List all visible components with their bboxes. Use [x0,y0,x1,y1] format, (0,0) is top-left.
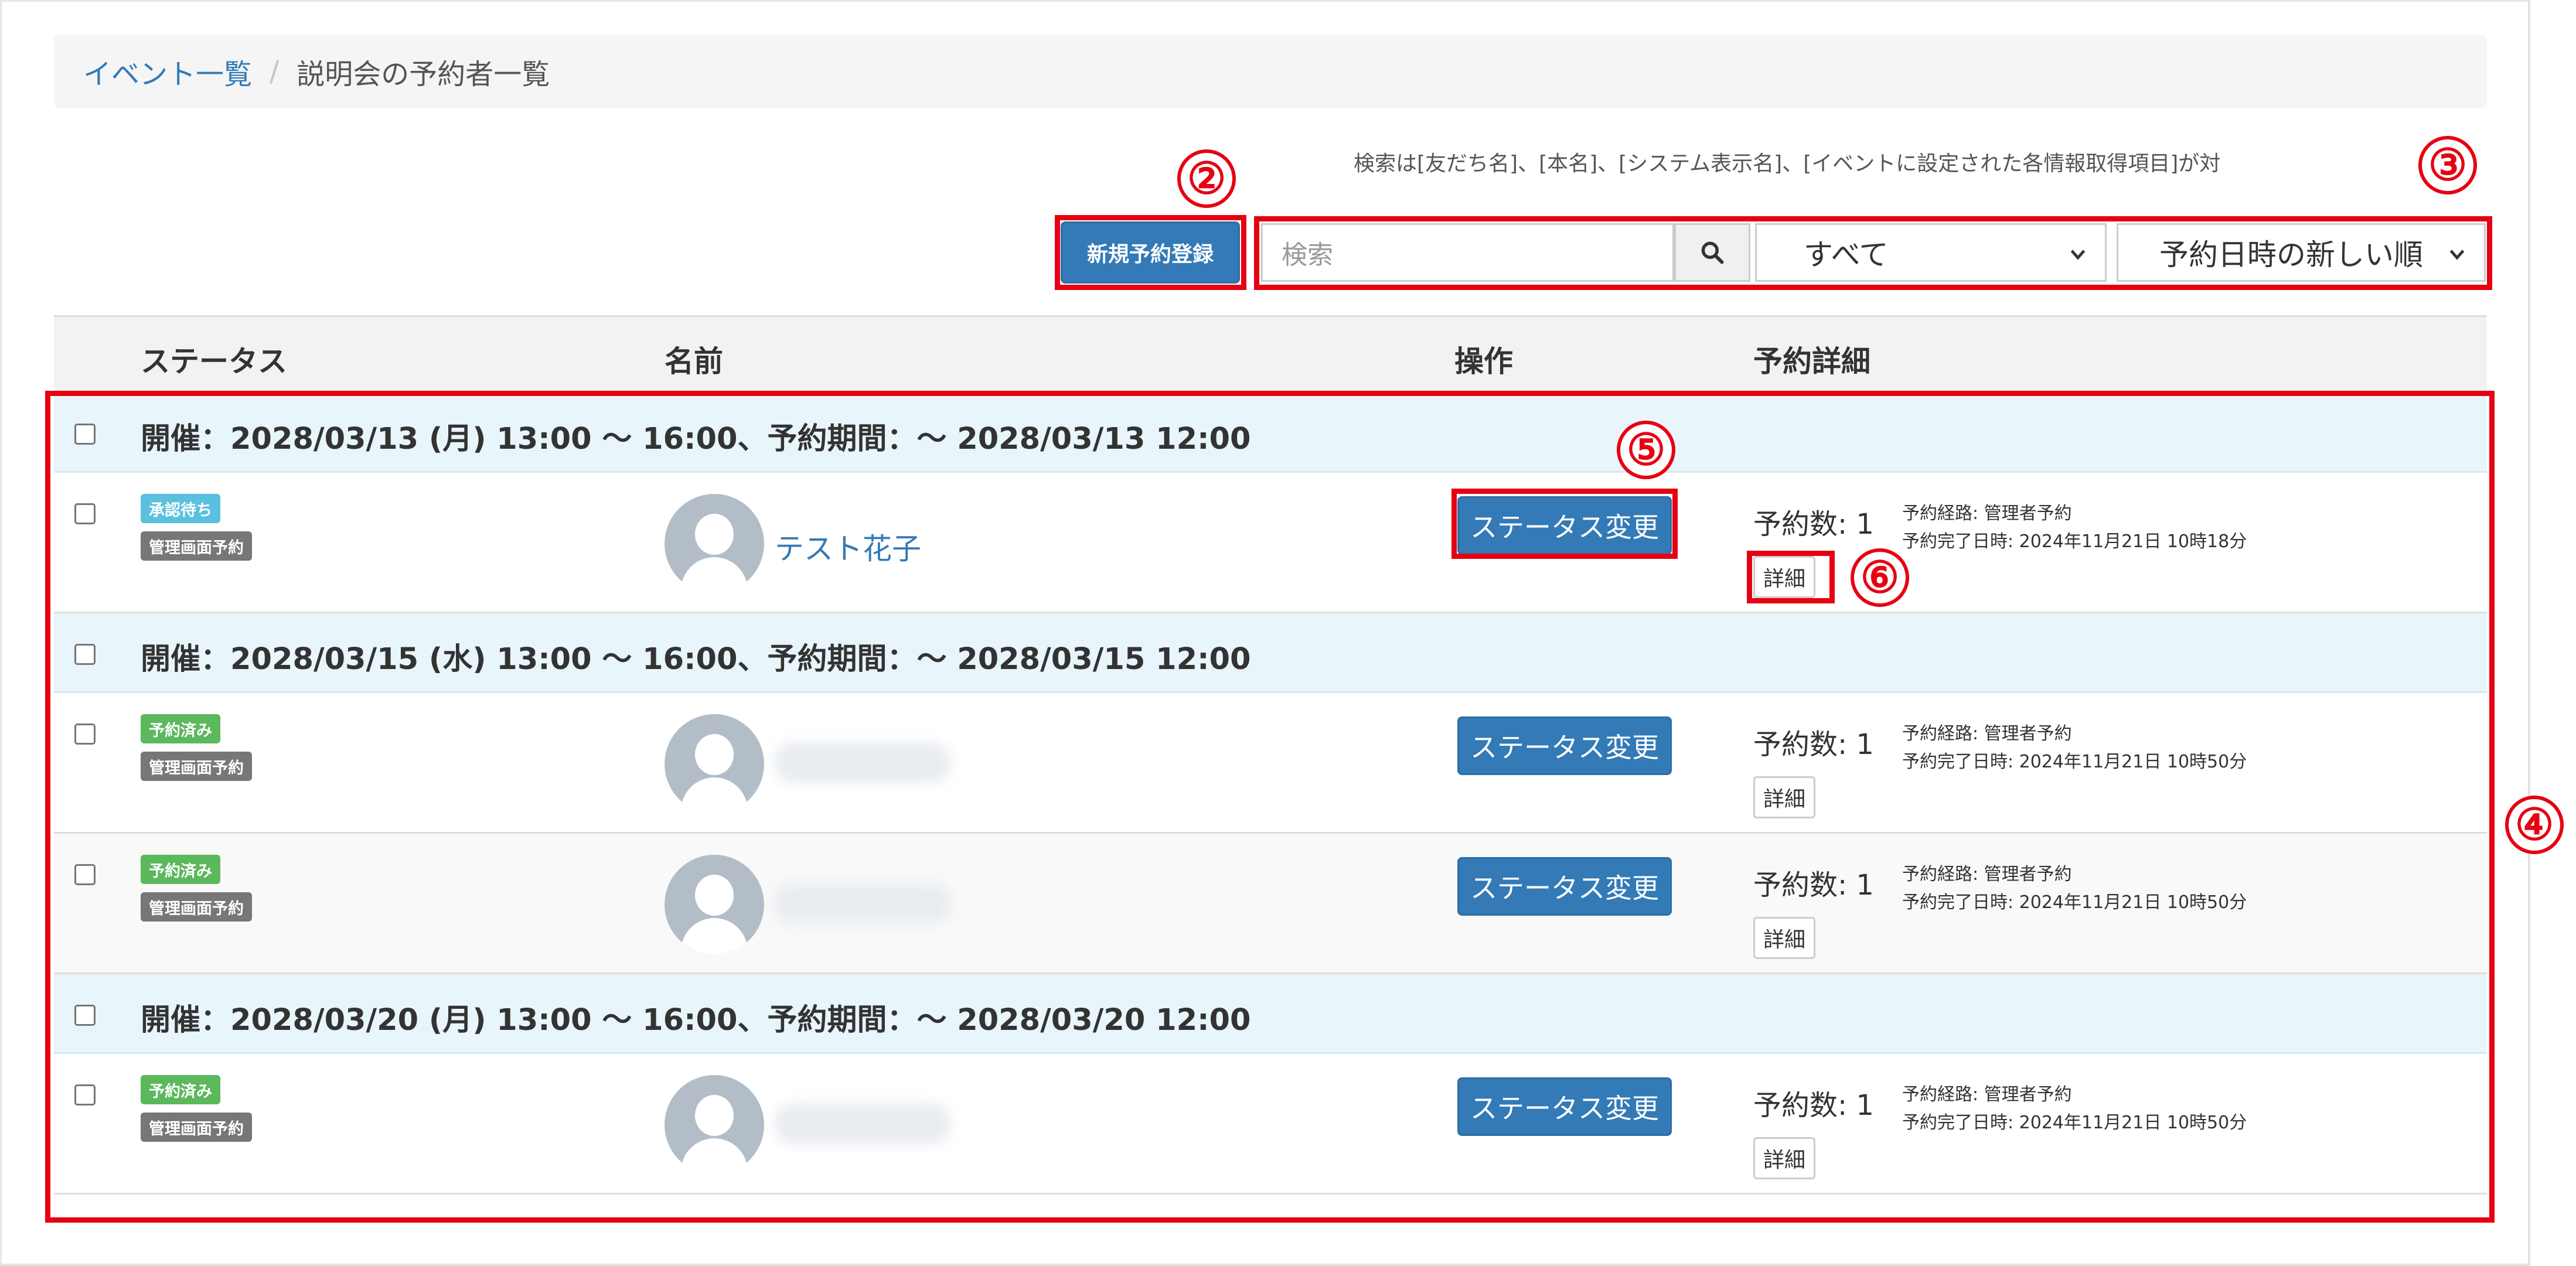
annotation-box-status-change [1451,489,1678,559]
header-status: ステータス [141,344,287,378]
annotation-number-2: ② [1177,149,1236,208]
header-reservation-detail: 予約詳細 [1753,344,1870,378]
search-note: 検索は[友だち名]、[本名]、[システム表示名]、[イベントに設定された各情報取… [1354,152,2221,176]
breadcrumb: イベント一覧 / 説明会の予約者一覧 [54,35,2487,108]
annotation-number-3: ③ [2418,136,2477,194]
annotation-box-search-filters [1254,216,2492,290]
breadcrumb-event-list-link[interactable]: イベント一覧 [83,51,252,92]
breadcrumb-current: 説明会の予約者一覧 [297,58,550,91]
breadcrumb-separator: / [270,55,280,88]
annotation-number-4: ④ [2505,796,2564,854]
table-header: ステータス 名前 操作 予約詳細 [54,315,2487,393]
annotation-number-6: ⑥ [1851,548,1909,607]
header-name: 名前 [665,344,723,378]
annotation-number-5: ⑤ [1617,421,1675,479]
annotation-box-reservation-list [45,391,2495,1223]
annotation-box-detail [1747,551,1835,603]
header-action: 操作 [1454,344,1513,378]
annotation-box-new-reservation [1055,215,1246,290]
